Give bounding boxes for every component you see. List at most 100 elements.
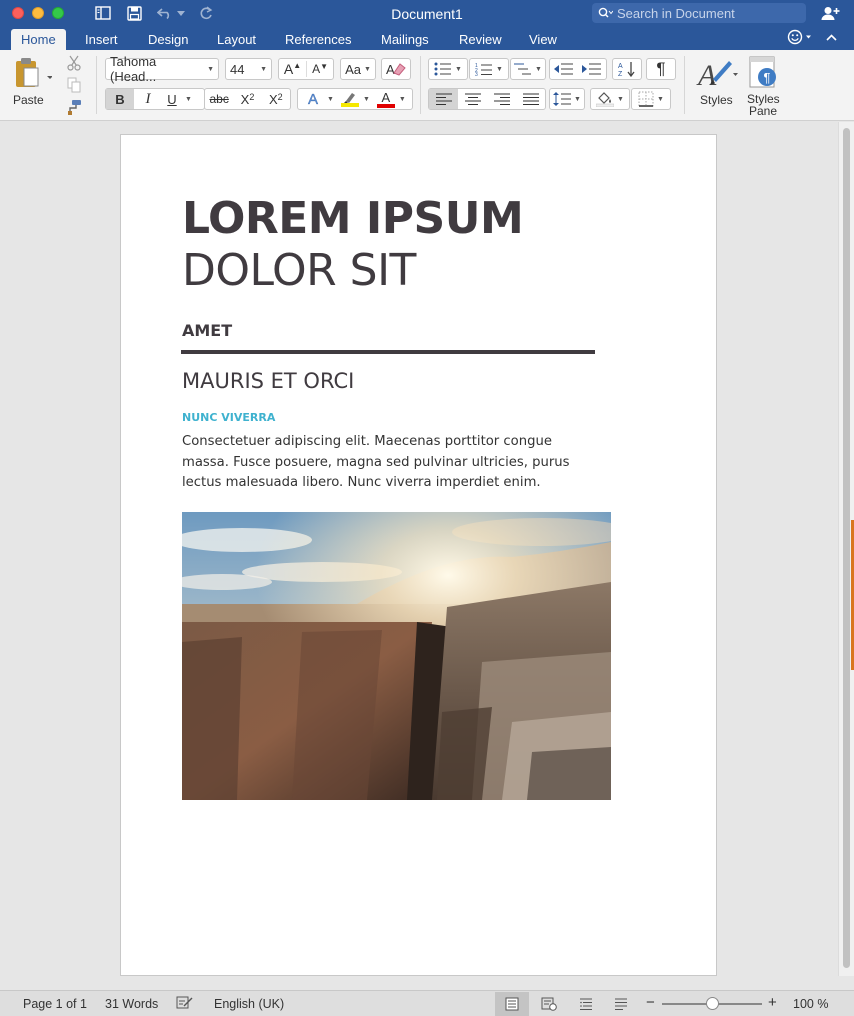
- ribbon-home: Paste Tahoma (Head... ▼ 44 ▼ A▲ A▼ Aa ▼ A…: [0, 50, 854, 121]
- clear-formatting-button[interactable]: A: [381, 58, 411, 80]
- word-count[interactable]: 31 Words: [105, 997, 158, 1011]
- search-box[interactable]: [592, 3, 806, 23]
- chevron-down-icon[interactable]: ▼: [363, 96, 370, 103]
- document-subtitle[interactable]: AMET: [182, 321, 232, 340]
- paste-label: Paste: [13, 93, 44, 107]
- collapse-ribbon-icon[interactable]: [824, 28, 838, 46]
- tab-references[interactable]: References: [275, 29, 361, 50]
- change-case-button[interactable]: Aa ▼: [340, 58, 376, 80]
- outline-view-icon[interactable]: [569, 992, 603, 1016]
- tab-design[interactable]: Design: [138, 29, 198, 50]
- highlight-swatch: [340, 103, 359, 107]
- font-size-select[interactable]: 44 ▼: [225, 58, 272, 80]
- chevron-down-icon[interactable]: ▼: [327, 96, 334, 103]
- align-center-icon[interactable]: [458, 93, 487, 105]
- underline-button[interactable]: U: [162, 92, 182, 107]
- share-person-icon[interactable]: [820, 4, 840, 22]
- borders-button[interactable]: ▼: [631, 88, 671, 110]
- tab-insert[interactable]: Insert: [75, 29, 128, 50]
- grow-font-icon[interactable]: A▲: [284, 61, 301, 77]
- line-spacing-button[interactable]: ▼: [549, 88, 585, 110]
- ribbon-separator: [684, 56, 685, 114]
- cut-icon[interactable]: [64, 54, 84, 72]
- decrease-indent-icon[interactable]: [554, 62, 574, 76]
- line-spacing-icon: [553, 92, 572, 106]
- chevron-down-icon: ▼: [496, 65, 503, 73]
- chevron-down-icon: ▼: [657, 95, 664, 103]
- undo-dropdown-icon[interactable]: [176, 4, 186, 22]
- shrink-font-icon[interactable]: A▼: [312, 62, 328, 76]
- font-color-letter: A: [381, 89, 391, 105]
- bullets-button[interactable]: ▼: [428, 58, 468, 80]
- paste-button[interactable]: [10, 55, 54, 91]
- print-layout-view-icon[interactable]: [495, 992, 529, 1016]
- heading-2[interactable]: NUNC VIVERRA: [182, 411, 275, 424]
- zoom-in-button[interactable]: +: [768, 994, 777, 1011]
- sidebar-toggle-icon[interactable]: [94, 4, 112, 22]
- svg-text:Z: Z: [618, 71, 623, 77]
- canyon-photo[interactable]: [182, 512, 611, 800]
- document-canvas[interactable]: LOREM IPSUM DOLOR SIT AMET MAURIS ET ORC…: [0, 122, 838, 976]
- tab-view[interactable]: View: [519, 29, 567, 50]
- styles-label: Styles: [700, 93, 733, 107]
- tab-review[interactable]: Review: [449, 29, 512, 50]
- language[interactable]: English (UK): [214, 997, 284, 1011]
- multilevel-list-button[interactable]: ▼: [510, 58, 546, 80]
- document-title-line-2[interactable]: DOLOR SIT: [182, 245, 416, 296]
- web-layout-view-icon[interactable]: [532, 992, 566, 1016]
- chevron-down-icon[interactable]: ▼: [185, 96, 192, 103]
- copy-icon[interactable]: [64, 76, 84, 94]
- body-paragraph[interactable]: Consectetuer adipiscing elit. Maecenas p…: [182, 432, 602, 494]
- italic-button[interactable]: I: [134, 91, 162, 108]
- tab-mailings[interactable]: Mailings: [371, 29, 439, 50]
- format-painter-icon[interactable]: [64, 98, 84, 116]
- zoom-level[interactable]: 100 %: [793, 997, 828, 1011]
- chevron-down-icon: ▼: [207, 65, 214, 73]
- zoom-slider-knob[interactable]: [706, 997, 719, 1010]
- align-left-icon[interactable]: [429, 89, 458, 109]
- tab-layout[interactable]: Layout: [207, 29, 266, 50]
- highlight-color-icon[interactable]: [340, 91, 360, 107]
- smiley-feedback-icon[interactable]: [786, 28, 814, 46]
- tab-home[interactable]: Home: [11, 29, 66, 50]
- font-color-icon[interactable]: A: [376, 91, 396, 108]
- strikethrough-button[interactable]: abc: [205, 92, 233, 106]
- subscript-button[interactable]: X2: [233, 92, 261, 107]
- page-count[interactable]: Page 1 of 1: [23, 997, 87, 1011]
- proofing-icon[interactable]: [176, 995, 194, 1013]
- text-effects-icon[interactable]: A: [302, 90, 324, 107]
- draft-view-icon[interactable]: [604, 992, 638, 1016]
- superscript-button[interactable]: X2: [262, 92, 290, 107]
- sort-button[interactable]: AZ: [612, 58, 642, 80]
- show-formatting-marks-button[interactable]: ¶: [646, 58, 676, 80]
- shading-button[interactable]: ▼: [590, 88, 630, 110]
- styles-gallery-button[interactable]: A: [694, 54, 740, 94]
- align-right-icon[interactable]: [487, 93, 516, 105]
- minimize-window-button[interactable]: [32, 7, 44, 19]
- save-icon[interactable]: [125, 4, 143, 22]
- styles-pane-button[interactable]: ¶: [746, 54, 780, 92]
- heading-1[interactable]: MAURIS ET ORCI: [182, 369, 354, 393]
- chevron-down-icon[interactable]: ▼: [399, 96, 406, 103]
- chevron-down-icon: ▼: [617, 95, 624, 103]
- text-style-group: B I U ▼: [105, 88, 205, 110]
- maximize-window-button[interactable]: [52, 7, 64, 19]
- svg-text:A: A: [696, 59, 717, 92]
- justify-icon[interactable]: [516, 93, 545, 105]
- increase-indent-icon[interactable]: [582, 62, 602, 76]
- bullets-icon: [434, 62, 452, 76]
- document-title-line-1[interactable]: LOREM IPSUM: [182, 193, 524, 244]
- numbering-button[interactable]: 123 ▼: [469, 58, 509, 80]
- script-group: abc X2 X2: [204, 88, 291, 110]
- scrollbar-thumb[interactable]: [843, 128, 850, 968]
- redo-icon[interactable]: [198, 4, 214, 22]
- close-window-button[interactable]: [12, 7, 24, 19]
- font-name-select[interactable]: Tahoma (Head... ▼: [105, 54, 219, 84]
- change-case-icon: Aa: [345, 61, 361, 77]
- multilevel-list-icon: [514, 63, 532, 75]
- bold-button[interactable]: B: [106, 89, 134, 109]
- search-input[interactable]: [617, 5, 797, 21]
- document-page[interactable]: LOREM IPSUM DOLOR SIT AMET MAURIS ET ORC…: [120, 134, 717, 976]
- undo-icon[interactable]: [156, 4, 174, 22]
- zoom-out-button[interactable]: −: [646, 994, 655, 1011]
